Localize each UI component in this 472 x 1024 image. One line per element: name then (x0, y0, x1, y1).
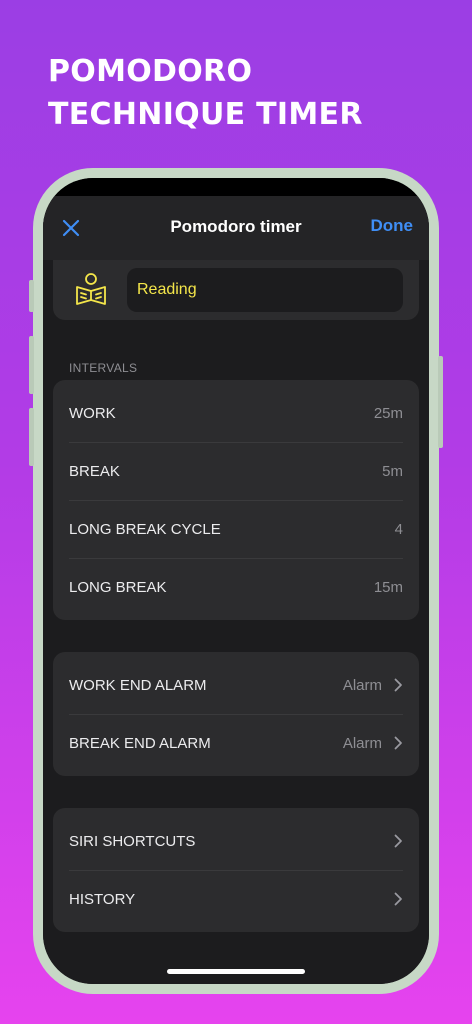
book-reader-icon[interactable] (75, 272, 107, 306)
home-indicator[interactable] (167, 969, 305, 974)
links-card: SIRI SHORTCUTS HISTORY (53, 808, 419, 932)
nav-bar: Pomodoro timer Done (43, 196, 429, 260)
intervals-section-label: INTERVALS (69, 361, 138, 375)
break-end-alarm-row[interactable]: BREAK END ALARM Alarm (53, 714, 419, 772)
long-break-cycle-row[interactable]: LONG BREAK CYCLE 4 (53, 500, 419, 558)
row-label: BREAK END ALARM (69, 734, 211, 752)
alarms-card: WORK END ALARM Alarm BREAK END ALARM Ala… (53, 652, 419, 776)
row-label: WORK (69, 404, 116, 422)
intervals-card: WORK 25m BREAK 5m LONG BREAK CYCLE 4 LON… (53, 380, 419, 620)
row-value: Alarm (342, 734, 382, 752)
work-interval-row[interactable]: WORK 25m (53, 384, 419, 442)
chevron-right-icon (394, 834, 402, 848)
row-value: 4 (394, 520, 403, 538)
settings-sheet: Pomodoro timer Done INTERVALS WORK 25m (43, 196, 429, 984)
chevron-right-icon (394, 736, 402, 750)
break-interval-row[interactable]: BREAK 5m (53, 442, 419, 500)
phone-volume-down (29, 408, 34, 466)
row-value: 15m (373, 578, 403, 596)
row-value: 5m (382, 462, 403, 480)
siri-shortcuts-row[interactable]: SIRI SHORTCUTS (53, 812, 419, 870)
long-break-row[interactable]: LONG BREAK 15m (53, 558, 419, 616)
phone-screen: Pomodoro timer Done INTERVALS WORK 25m (43, 178, 429, 984)
row-value: Alarm (342, 676, 382, 694)
row-label: LONG BREAK (69, 578, 167, 596)
phone-volume-up (29, 336, 34, 394)
headline-line-2: TECHNIQUE TIMER (48, 97, 363, 132)
timer-name-card (53, 260, 419, 320)
status-bar-area (43, 178, 429, 196)
row-label: SIRI SHORTCUTS (69, 832, 196, 850)
chevron-right-icon (394, 678, 402, 692)
headline-line-1: POMODORO (48, 54, 253, 89)
phone-mute-switch (29, 280, 34, 312)
done-button[interactable]: Done (371, 216, 414, 236)
headline: POMODORO TECHNIQUE TIMER (48, 50, 363, 136)
work-end-alarm-row[interactable]: WORK END ALARM Alarm (53, 656, 419, 714)
phone-power-button (438, 356, 443, 448)
row-label: HISTORY (69, 890, 136, 908)
chevron-right-icon (394, 892, 402, 906)
history-row[interactable]: HISTORY (53, 870, 419, 928)
row-label: LONG BREAK CYCLE (69, 520, 221, 538)
row-label: WORK END ALARM (69, 676, 207, 694)
row-label: BREAK (69, 462, 120, 480)
timer-name-input[interactable] (127, 268, 403, 312)
row-value: 25m (373, 404, 403, 422)
